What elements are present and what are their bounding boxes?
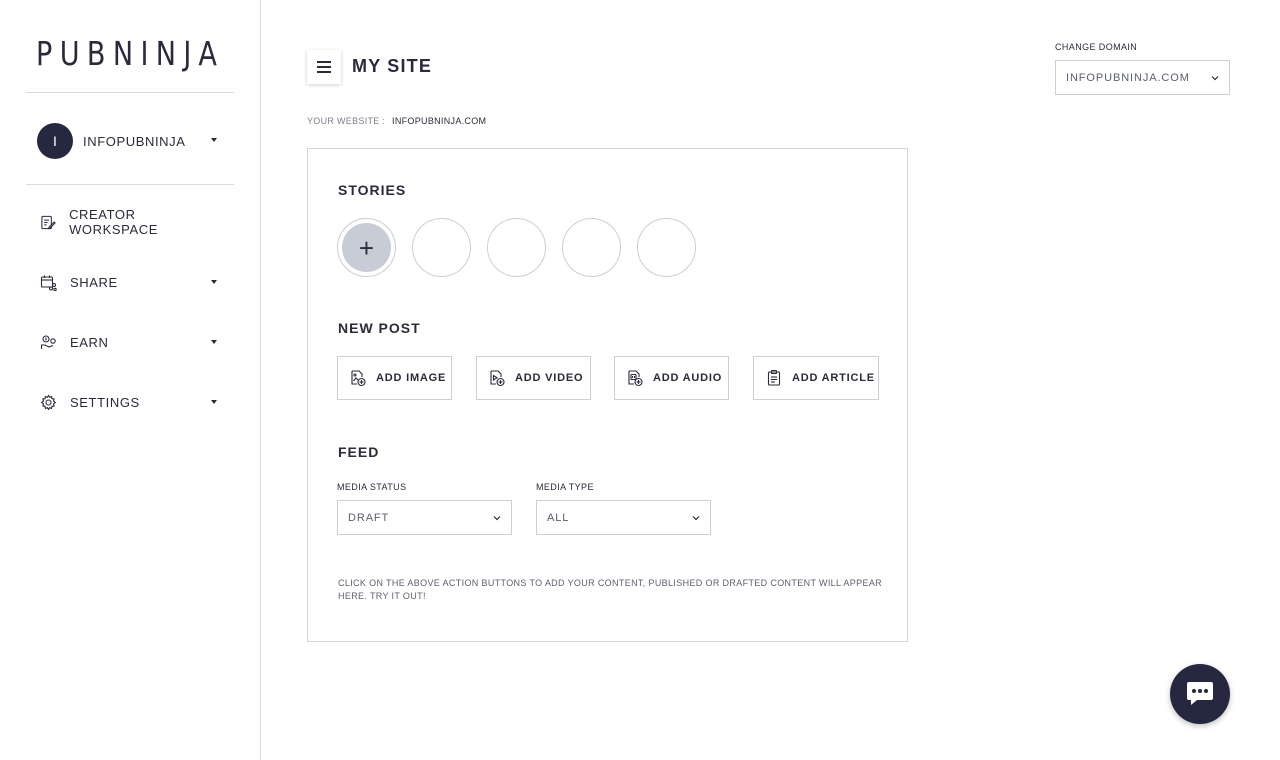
media-status-select[interactable]: DRAFT <box>337 500 512 535</box>
gear-icon <box>40 393 57 411</box>
sidebar-item-settings[interactable]: SETTINGS <box>40 392 220 412</box>
story-placeholder[interactable] <box>637 218 696 277</box>
sidebar-item-label: SHARE <box>70 274 118 290</box>
sidebar-item-creator-workspace[interactable]: CREATOR WORKSPACE <box>40 207 220 237</box>
domain-select-value: INFOPUBNINJA.COM <box>1066 71 1190 84</box>
add-article-label: ADD ARTICLE <box>792 372 875 384</box>
add-audio-label: ADD AUDIO <box>653 372 723 384</box>
caret-down-icon <box>211 280 217 284</box>
feed-title: FEED <box>338 444 380 460</box>
website-info: YOUR WEBSITE : INFOPUBNINJA.COM <box>307 116 486 126</box>
story-placeholder[interactable] <box>487 218 546 277</box>
plus-icon: + <box>342 223 391 272</box>
add-image-label: ADD IMAGE <box>376 372 447 384</box>
sidebar: PUBNINJA I INFOPUBNINJA CREATOR WORKSPAC… <box>0 0 261 760</box>
hamburger-menu-button[interactable] <box>307 50 341 84</box>
add-image-icon <box>351 370 366 387</box>
hamburger-icon-line <box>317 71 331 74</box>
media-type-label: MEDIA TYPE <box>536 482 594 492</box>
sidebar-divider <box>26 92 234 93</box>
feed-hint: CLICK ON THE ABOVE ACTION BUTTONS TO ADD… <box>338 578 883 601</box>
caret-down-icon <box>211 138 217 142</box>
stories-title: STORIES <box>338 182 407 198</box>
media-status-value: DRAFT <box>348 511 390 524</box>
avatar: I <box>37 123 73 159</box>
hamburger-icon <box>317 60 331 63</box>
chevron-down-icon <box>692 515 700 520</box>
hamburger-icon-line <box>317 66 331 68</box>
chat-bubble-icon <box>1187 682 1213 705</box>
page-title: MY SITE <box>352 56 433 76</box>
pubninja-logo[interactable]: PUBNINJA <box>36 34 224 73</box>
new-post-title: NEW POST <box>338 320 421 336</box>
chevron-down-icon <box>493 515 501 520</box>
sidebar-item-label: CREATOR WORKSPACE <box>69 207 159 237</box>
add-video-label: ADD VIDEO <box>515 372 584 384</box>
earn-money-icon <box>40 334 56 349</box>
share-calendar-icon <box>40 275 57 291</box>
website-label: YOUR WEBSITE : <box>307 116 386 126</box>
edit-document-icon <box>41 215 56 229</box>
domain-select[interactable]: INFOPUBNINJA.COM <box>1055 60 1230 95</box>
sidebar-item-label: EARN <box>70 334 109 350</box>
story-placeholder[interactable] <box>412 218 471 277</box>
media-status-label: MEDIA STATUS <box>337 482 407 492</box>
content-card: STORIES + NEW POST ADD IMAGE ADD VIDEO A… <box>307 148 908 642</box>
add-image-button[interactable]: ADD IMAGE <box>337 356 452 400</box>
change-domain-label: CHANGE DOMAIN <box>1055 42 1138 52</box>
add-video-icon <box>490 370 505 387</box>
media-type-select[interactable]: ALL <box>536 500 711 535</box>
caret-down-icon <box>211 400 217 404</box>
add-story-button[interactable]: + <box>337 218 396 277</box>
website-value[interactable]: INFOPUBNINJA.COM <box>392 116 486 126</box>
sidebar-item-earn[interactable]: EARN <box>40 332 220 352</box>
sidebar-item-label: SETTINGS <box>70 394 140 410</box>
add-article-button[interactable]: ADD ARTICLE <box>753 356 879 400</box>
add-audio-icon <box>628 370 643 387</box>
story-placeholder[interactable] <box>562 218 621 277</box>
account-name: INFOPUBNINJA <box>83 133 186 149</box>
account-switcher[interactable]: I INFOPUBNINJA <box>37 123 227 159</box>
sidebar-item-share[interactable]: SHARE <box>40 272 220 292</box>
caret-down-icon <box>211 340 217 344</box>
add-audio-button[interactable]: ADD AUDIO <box>614 356 729 400</box>
chevron-down-icon <box>1211 75 1219 80</box>
add-video-button[interactable]: ADD VIDEO <box>476 356 591 400</box>
media-type-value: ALL <box>547 511 570 524</box>
chat-button[interactable] <box>1170 664 1230 724</box>
add-article-icon <box>767 369 781 386</box>
sidebar-divider <box>26 184 234 185</box>
